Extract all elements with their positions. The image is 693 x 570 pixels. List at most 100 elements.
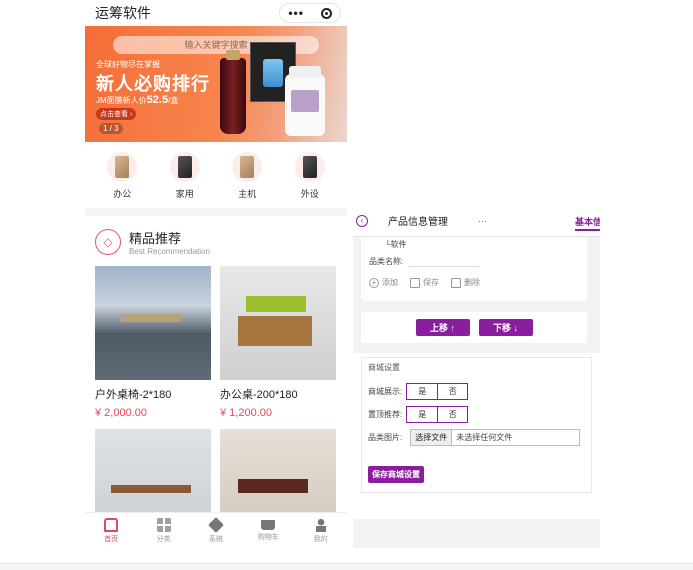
save-icon: [410, 277, 420, 288]
category-row: 办公 家用 主机 外设: [85, 142, 347, 216]
tab-label: 购物车: [257, 533, 279, 541]
top-recommend-row: 置顶推荐: 是 否: [368, 406, 585, 423]
product-price: ¥ 1,200.00: [220, 407, 272, 419]
category-label: 外设: [300, 189, 319, 199]
diamond-icon: ◇: [95, 229, 121, 255]
app-title: 运筹软件: [95, 5, 151, 21]
category-image-label: 品类图片:: [368, 433, 403, 442]
phone-dark-icon: [169, 152, 200, 182]
category-image-row: 品类图片: 选择文件 未选择任何文件: [368, 429, 585, 446]
bottom-scroll-strip: [0, 563, 693, 570]
banner-tagline: 全球好物尽在掌握: [96, 60, 160, 69]
add-label: 添加: [382, 278, 398, 287]
phone-dark-icon: [294, 152, 325, 182]
mall-display-no[interactable]: 否: [437, 384, 468, 399]
banner-subline-suffix: /盒: [168, 96, 179, 105]
top-recommend-no[interactable]: 否: [437, 407, 468, 422]
product-image[interactable]: [95, 266, 211, 380]
file-status: 未选择任何文件: [456, 433, 513, 442]
promo-banner[interactable]: 输入关键字搜索 全球好物尽在掌握 新人必购排行 JM面膜新人价52.5/盒 点击…: [85, 26, 347, 142]
category-actions: + 添加 保存 删除: [369, 277, 579, 288]
tab-home[interactable]: 首页: [91, 517, 131, 544]
banner-pager: 1 / 3: [99, 123, 123, 134]
save-button[interactable]: 保存: [410, 277, 439, 288]
app-top-bar: 运筹软件 •••: [85, 0, 347, 26]
category-edit-card: └软件 品类名称: + 添加 保存 删除: [361, 237, 587, 301]
trash-icon: [451, 277, 461, 288]
cart-icon: [261, 519, 276, 530]
tab-category[interactable]: 分类: [144, 517, 184, 544]
more-icon[interactable]: ···: [478, 216, 487, 226]
tree-node-software[interactable]: └软件: [385, 239, 579, 250]
move-up-button[interactable]: 上移 ↑: [415, 319, 470, 336]
mall-display-row: 商城展示: 是 否: [368, 383, 585, 400]
delete-label: 删除: [464, 278, 480, 287]
product-bottle-image: [285, 66, 325, 136]
bottom-tab-bar: 首页 分类 系统 购物车 我的: [85, 512, 347, 548]
tab-label: 我的: [313, 535, 328, 543]
layers-icon: [208, 516, 224, 533]
product-tube-image: [220, 50, 246, 134]
mall-display-yes[interactable]: 是: [407, 384, 438, 399]
tab-label: 分类: [156, 535, 171, 543]
mall-settings-section: 商城设置 商城展示: 是 否 置顶推荐: 是 否 品类图片: 选择文件 未选择任…: [353, 353, 600, 519]
home-icon: [104, 517, 119, 532]
tab-cart[interactable]: 购物车: [248, 519, 288, 542]
banner-cta-button[interactable]: 点击查看 ›: [96, 108, 137, 120]
category-item-peripheral[interactable]: 外设: [284, 152, 336, 200]
phone-gold-icon: [107, 152, 138, 182]
recommend-subtitle: Best Recommendation: [129, 247, 210, 256]
product-name: 办公桌-200*180: [220, 389, 298, 401]
category-label: 办公: [113, 189, 132, 199]
category-name-input[interactable]: [409, 257, 480, 267]
category-label: 主机: [238, 189, 257, 199]
tab-profile[interactable]: 我的: [301, 517, 341, 544]
tab-label: 系统: [208, 535, 223, 543]
user-icon: [313, 517, 328, 532]
mall-settings-fieldset: 商城设置 商城展示: 是 否 置顶推荐: 是 否 品类图片: 选择文件 未选择任…: [361, 357, 592, 493]
tab-system[interactable]: 系统: [196, 516, 236, 544]
plus-icon: +: [369, 277, 379, 288]
tab-basic-info[interactable]: 基本信: [574, 215, 600, 231]
mobile-app-preview: 运筹软件 ••• 输入关键字搜索 全球好物尽在掌握 新人必购排行 JM面膜新人价…: [85, 0, 347, 548]
miniprogram-capsule: •••: [279, 3, 341, 23]
product-price: ¥ 2,000.00: [95, 407, 147, 419]
grid-icon: [156, 517, 171, 532]
top-recommend-toggle: 是 否: [406, 406, 469, 423]
banner-headline: 新人必购排行: [96, 74, 210, 94]
phone-gold-icon: [232, 152, 263, 182]
move-down-button[interactable]: 下移 ↓: [478, 319, 533, 336]
top-recommend-label: 置顶推荐:: [368, 410, 403, 419]
choose-file-button[interactable]: 选择文件: [411, 430, 453, 445]
mall-display-toggle: 是 否: [406, 383, 469, 400]
back-arrow-icon[interactable]: ‹: [356, 214, 368, 227]
category-label: 家用: [175, 189, 194, 199]
delete-button[interactable]: 删除: [451, 277, 480, 288]
product-card[interactable]: 户外桌椅-2*180 ¥ 2,000.00: [95, 266, 211, 429]
category-item-host[interactable]: 主机: [221, 152, 273, 200]
category-name-label: 品类名称:: [369, 257, 404, 266]
product-card[interactable]: 办公桌-200*180 ¥ 1,200.00: [220, 266, 336, 429]
save-mall-settings-button[interactable]: 保存商城设置: [368, 466, 424, 483]
file-input[interactable]: 选择文件 未选择任何文件: [410, 429, 581, 446]
mall-settings-legend: 商城设置: [368, 363, 400, 372]
category-item-home[interactable]: 家用: [159, 152, 211, 200]
admin-header: ‹ 产品信息管理 ··· 基本信: [353, 205, 600, 237]
more-dots-icon[interactable]: •••: [288, 6, 304, 20]
move-controls: 上移 ↑ 下移 ↓: [361, 312, 587, 343]
banner-subline-prefix: JM面膜新人价: [96, 96, 147, 105]
product-image[interactable]: [220, 266, 336, 380]
admin-title: 产品信息管理: [388, 217, 448, 228]
recommend-title: 精品推荐: [129, 231, 182, 246]
product-grid: 户外桌椅-2*180 ¥ 2,000.00 办公桌-200*180 ¥ 1,20…: [85, 266, 347, 543]
product-name: 户外桌椅-2*180: [95, 389, 172, 401]
category-item-office[interactable]: 办公: [96, 152, 148, 200]
recommend-header: ◇ 精品推荐 Best Recommendation: [85, 216, 347, 266]
mall-display-label: 商城展示:: [368, 387, 403, 396]
top-recommend-yes[interactable]: 是: [407, 407, 438, 422]
save-label: 保存: [423, 278, 439, 287]
add-button[interactable]: + 添加: [369, 277, 398, 288]
banner-subline: JM面膜新人价52.5/盒: [96, 94, 178, 106]
tab-label: 首页: [104, 535, 119, 543]
close-target-icon[interactable]: [320, 7, 332, 19]
